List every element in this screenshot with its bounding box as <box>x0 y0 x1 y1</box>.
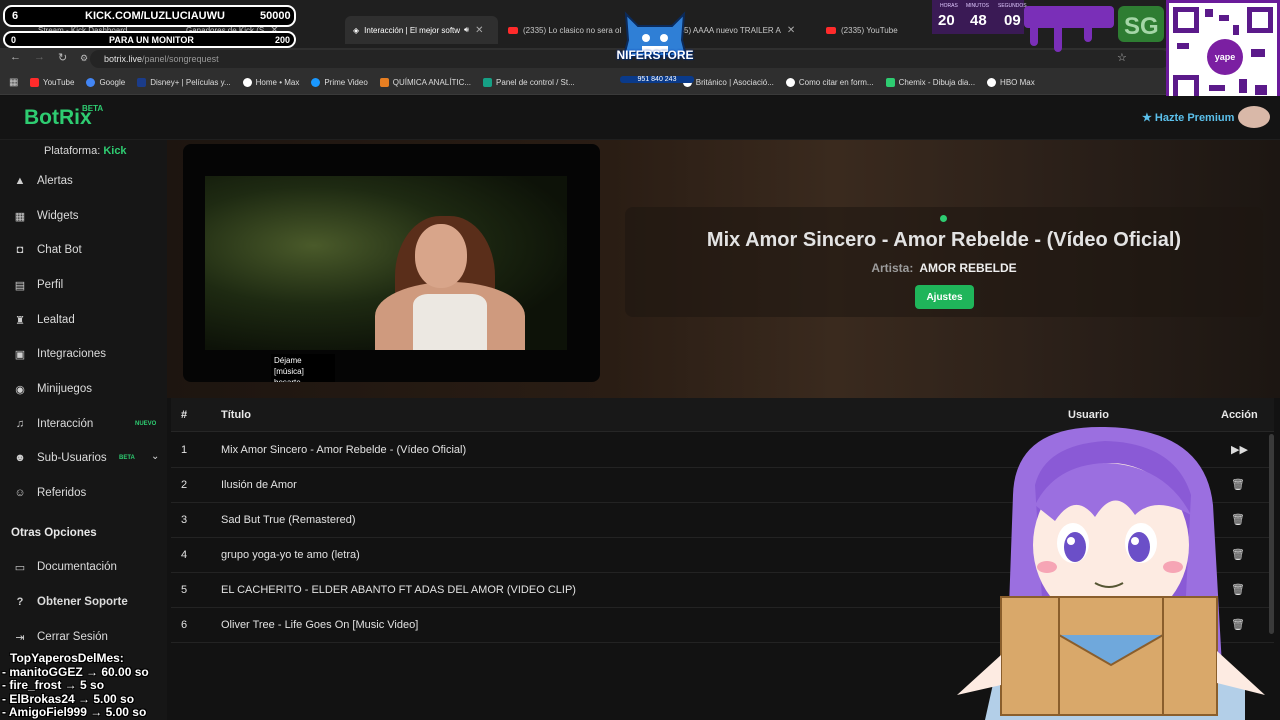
bookmark[interactable]: Home • Max <box>242 77 299 87</box>
star-icon[interactable]: ☆ <box>1117 51 1127 64</box>
youtube-icon <box>30 77 39 87</box>
forward-icon[interactable]: → <box>34 51 45 63</box>
trophy-icon: ♜ <box>15 314 25 327</box>
bookmark[interactable]: QUÍMICA ANALÍTIC... <box>379 77 471 87</box>
apps-grid-icon[interactable]: ▦ <box>9 77 18 88</box>
store-logo-text: NIFERSTORE <box>616 48 694 62</box>
reload-icon[interactable]: ↻ <box>58 51 67 64</box>
bookmark[interactable]: YouTube <box>30 77 74 87</box>
speaker-icon[interactable]: 🔊︎ <box>464 25 469 35</box>
users-icon: ☻ <box>14 452 26 464</box>
bookmark[interactable]: Disney+ | Películas y... <box>137 77 231 87</box>
youtube-icon <box>508 26 518 34</box>
now-playing-hero: Déjame [música] besarte. Mix Amor Sincer… <box>167 140 1280 398</box>
hbo-icon <box>987 77 997 87</box>
max-icon <box>242 77 252 87</box>
sidebar-item-documentacion[interactable]: ▭ Documentación <box>12 556 162 578</box>
beta-badge: BETA <box>119 455 135 461</box>
countdown-timer: HORAS MINUTOS SEGUNDOS 20 48 09 <box>932 0 1027 34</box>
sidebar-item-chat-bot[interactable]: ◘ Chat Bot <box>12 239 162 261</box>
star-icon: ★ <box>1142 112 1155 124</box>
plug-icon: ▣ <box>14 348 26 361</box>
store-phone: 951 840 243 <box>620 76 694 83</box>
id-card-icon: ▤ <box>14 279 26 292</box>
video-player[interactable]: Déjame [música] besarte. <box>183 144 600 382</box>
sidebar-item-sub-usuarios[interactable]: ☻ Sub-Usuarios BETA ⌄ <box>12 447 162 469</box>
app-favicon-icon: ◈ <box>353 25 360 35</box>
now-playing-card: Mix Amor Sincero - Amor Rebelde - (Vídeo… <box>625 207 1263 317</box>
citation-icon <box>785 77 795 87</box>
bookmark[interactable]: Chemix - Dibuja dia... <box>885 77 975 87</box>
premium-link[interactable]: ★ Hazte Premium <box>1142 111 1234 124</box>
monitor-goal-widget: 0 PARA UN MONITOR 200 <box>3 31 296 48</box>
bookmark[interactable]: Google <box>86 77 125 87</box>
bookmark[interactable]: Como citar en form... <box>785 77 874 87</box>
sidebar-item-lealtad[interactable]: ♜ Lealtad <box>12 309 162 331</box>
app-header: BotRix BETA ★ Hazte Premium <box>0 96 1280 140</box>
gamepad-icon: ◉ <box>15 383 25 396</box>
now-playing-title: Mix Amor Sincero - Amor Rebelde - (Vídeo… <box>706 229 1182 251</box>
singer-face <box>415 224 467 288</box>
scrollbar[interactable] <box>1269 434 1274 634</box>
yape-logo-icon: yape <box>1207 39 1243 75</box>
sidebar-item-interaccion[interactable]: ♫ Interacción NUEVO <box>12 413 162 435</box>
yape-qr-code: yape <box>1166 0 1280 107</box>
bookmark[interactable]: HBO Max <box>987 77 1035 87</box>
list-item: - ElBrokas24 → 5.00 so <box>2 691 135 706</box>
avatar[interactable] <box>1238 106 1270 128</box>
now-playing-artist: Artista: AMOR REBELDE <box>871 261 1017 275</box>
platform-indicator: Plataforma: Kick <box>44 145 127 157</box>
bookmark[interactable]: Prime Video <box>311 77 368 87</box>
user-group-icon: ☺ <box>14 487 26 499</box>
sidebar-item-integraciones[interactable]: ▣ Integraciones <box>12 343 162 365</box>
youtube-icon <box>826 26 836 34</box>
live-indicator-icon <box>940 215 947 222</box>
prime-video-icon <box>311 77 321 87</box>
settings-button[interactable]: Ajustes <box>915 285 974 309</box>
sidebar-item-perfil[interactable]: ▤ Perfil <box>12 274 162 296</box>
top-donors-list: TopYaperosDelMes: - manitoGGEZ → 60.00 s… <box>2 651 149 719</box>
vtuber-avatar-overlay <box>957 426 1265 720</box>
singer-dress <box>413 294 487 350</box>
close-icon[interactable]: ✕ <box>475 25 483 36</box>
video-subtitle: Déjame [música] besarte. <box>271 354 335 382</box>
sidebar-item-minijuegos[interactable]: ◉ Minijuegos <box>12 378 162 400</box>
logout-icon: ⇥ <box>15 631 25 644</box>
question-icon: ? <box>16 596 24 608</box>
google-icon <box>86 77 96 87</box>
back-icon[interactable]: ← <box>10 51 21 63</box>
subs-goal-widget: 6 KICK.COM/LUZLUCIAUWU 50000 <box>3 5 296 27</box>
chemix-icon <box>885 77 895 87</box>
beta-badge: BETA <box>82 104 104 113</box>
blogger-icon <box>379 77 389 87</box>
sidebar-item-widgets[interactable]: ▦ Widgets <box>12 205 162 227</box>
list-item: - fire_frost → 5 so <box>2 678 105 692</box>
drip-decoration-icon: SG <box>1024 6 1164 52</box>
sidebar-item-alertas[interactable]: ▲ Alertas <box>12 170 162 192</box>
robot-icon: ◘ <box>16 244 24 256</box>
close-icon[interactable]: ✕ <box>787 25 795 36</box>
svg-text:SG: SG <box>1124 13 1159 40</box>
browser-tab-active[interactable]: ◈ Interacción | El mejor softw 🔊︎ ✕ <box>345 16 498 44</box>
book-icon: ▭ <box>14 561 26 574</box>
bell-icon: ▲ <box>14 175 26 187</box>
site-info-icon[interactable]: ⚙ <box>80 53 88 64</box>
list-item: - AmigoFiel999 → 5.00 so <box>2 705 147 719</box>
music-icon: ♫ <box>15 418 25 430</box>
sidebar: Plataforma: Kick ▲ Alertas ▦ Widgets ◘ Chat… <box>0 140 167 720</box>
list-item: - manitoGGEZ → 60.00 so <box>2 664 149 679</box>
panel-icon <box>483 77 493 87</box>
video-frame <box>205 176 567 350</box>
new-badge: NUEVO <box>135 421 157 427</box>
bookmark[interactable]: Panel de control / St... <box>483 77 575 87</box>
grid-icon: ▦ <box>14 210 26 223</box>
sidebar-item-cerrar-sesion[interactable]: ⇥ Cerrar Sesión <box>12 626 162 648</box>
chevron-down-icon[interactable]: ⌄ <box>151 451 159 462</box>
browser-tab[interactable]: (2335) YouTube <box>818 18 928 42</box>
other-options-heading: Otras Opciones <box>11 527 97 539</box>
sidebar-item-soporte[interactable]: ? Obtener Soporte <box>12 591 162 613</box>
disney-icon <box>137 77 147 87</box>
sidebar-item-referidos[interactable]: ☺ Referidos <box>12 482 162 504</box>
